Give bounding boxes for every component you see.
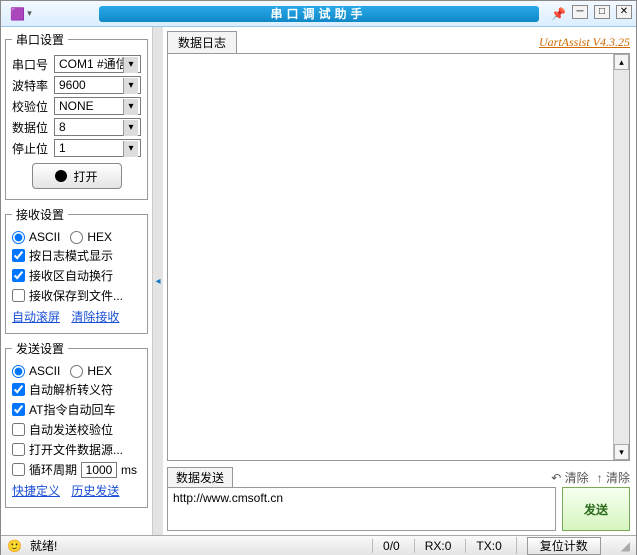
titlebar: 🟪 ▾ 串口调试助手 📌 ─ □ ✕ xyxy=(1,1,636,27)
app-icon: 🟪 xyxy=(10,7,25,21)
recv-legend: 接收设置 xyxy=(12,206,68,223)
autoscroll-link[interactable]: 自动滚屏 xyxy=(12,310,60,324)
minimize-button[interactable]: ─ xyxy=(572,5,588,19)
status-tx: TX:0 xyxy=(465,539,511,553)
clear-send-link[interactable]: ↑ 清除 xyxy=(597,469,630,486)
reset-counter-button[interactable]: 复位计数 xyxy=(527,537,601,555)
splitter[interactable]: ◂ xyxy=(153,27,163,535)
databits-label: 数据位 xyxy=(12,119,54,136)
clear-recv-link[interactable]: 清除接收 xyxy=(71,310,119,324)
parity-select[interactable]: NONE xyxy=(54,97,141,115)
close-button[interactable]: ✕ xyxy=(616,5,632,19)
system-menu-dropdown[interactable]: ▾ xyxy=(27,8,32,19)
recv-ascii-radio[interactable]: ASCII xyxy=(12,230,60,244)
send-button[interactable]: 发送 xyxy=(562,487,630,531)
status-led-icon: 🙂 xyxy=(7,539,22,553)
log-scrollbar[interactable]: ▴ ▾ xyxy=(613,54,629,460)
stopbits-label: 停止位 xyxy=(12,140,54,157)
baud-select[interactable]: 9600 xyxy=(54,76,141,94)
auto-checksum-check[interactable]: 自动发送校验位 xyxy=(12,421,141,438)
recv-autowrap-check[interactable]: 接收区自动换行 xyxy=(12,267,141,284)
scroll-down-icon[interactable]: ▾ xyxy=(614,444,629,460)
send-legend: 发送设置 xyxy=(12,340,68,357)
recv-log-mode-check[interactable]: 按日志模式显示 xyxy=(12,247,141,264)
send-ascii-radio[interactable]: ASCII xyxy=(12,364,60,378)
send-hex-radio[interactable]: HEX xyxy=(70,364,112,378)
port-label: 串口号 xyxy=(12,56,54,73)
window-title: 串口调试助手 xyxy=(99,6,539,22)
maximize-button[interactable]: □ xyxy=(594,5,610,19)
baud-label: 波特率 xyxy=(12,77,54,94)
tab-data-log[interactable]: 数据日志 xyxy=(167,31,237,53)
status-ready: 就绪! xyxy=(30,537,57,554)
open-file-source-check[interactable]: 打开文件数据源... xyxy=(12,441,141,458)
scroll-up-icon[interactable]: ▴ xyxy=(614,54,629,70)
recv-settings-group: 接收设置 ASCII HEX 按日志模式显示 接收区自动换行 接收保存到文件..… xyxy=(5,206,148,334)
brand-link[interactable]: UartAssist V4.3.25 xyxy=(539,35,630,50)
log-textarea[interactable]: ▴ ▾ xyxy=(167,53,630,461)
databits-select[interactable]: 8 xyxy=(54,118,141,136)
cycle-period-input[interactable] xyxy=(81,462,117,478)
open-port-button[interactable]: 打开 xyxy=(32,163,122,189)
shortcut-def-link[interactable]: 快捷定义 xyxy=(12,484,60,498)
cycle-send-check[interactable]: 循环周期 xyxy=(12,461,77,478)
settings-panel: 串口设置 串口号COM1 #通信 波特率9600 校验位NONE 数据位8 停止… xyxy=(1,27,153,535)
stopbits-select[interactable]: 1 xyxy=(54,139,141,157)
statusbar: 🙂 就绪! 0/0 RX:0 TX:0 复位计数 ◢ xyxy=(1,535,636,555)
open-label: 打开 xyxy=(73,168,97,185)
tab-data-send[interactable]: 数据发送 xyxy=(167,467,233,487)
history-send-link[interactable]: 历史发送 xyxy=(71,484,119,498)
send-input[interactable]: http://www.cmsoft.cn xyxy=(167,487,556,531)
resize-grip-icon[interactable]: ◢ xyxy=(621,539,630,553)
status-progress: 0/0 xyxy=(372,539,410,553)
splitter-grip-icon: ◂ xyxy=(155,276,160,287)
port-status-icon xyxy=(55,170,67,182)
send-settings-group: 发送设置 ASCII HEX 自动解析转义符 AT指令自动回车 自动发送校验位 … xyxy=(5,340,148,508)
parity-label: 校验位 xyxy=(12,98,54,115)
recv-save-file-check[interactable]: 接收保存到文件... xyxy=(12,287,141,304)
auto-escape-check[interactable]: 自动解析转义符 xyxy=(12,381,141,398)
recv-hex-radio[interactable]: HEX xyxy=(70,230,112,244)
serial-legend: 串口设置 xyxy=(12,31,68,48)
cycle-unit: ms xyxy=(121,463,137,477)
port-select[interactable]: COM1 #通信 xyxy=(54,55,141,73)
serial-settings-group: 串口设置 串口号COM1 #通信 波特率9600 校验位NONE 数据位8 停止… xyxy=(5,31,148,200)
pin-icon[interactable]: 📌 xyxy=(551,7,566,21)
at-cr-check[interactable]: AT指令自动回车 xyxy=(12,401,141,418)
status-rx: RX:0 xyxy=(414,539,462,553)
undo-icon[interactable]: ↶ 清除 xyxy=(551,469,588,486)
